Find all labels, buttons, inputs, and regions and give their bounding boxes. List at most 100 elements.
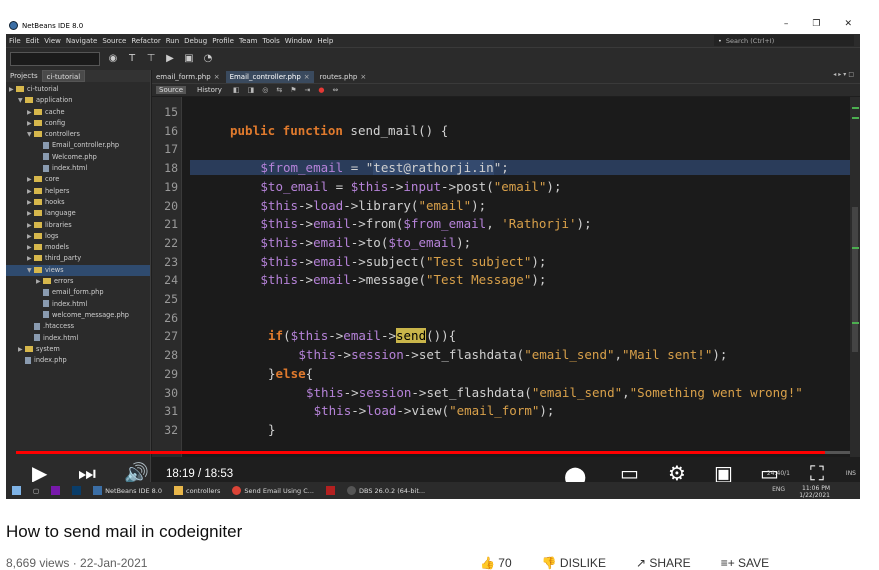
close-icon[interactable]: ×	[304, 71, 310, 83]
tab-ci-tutorial[interactable]: ci-tutorial	[41, 70, 86, 82]
menu-source[interactable]: Source	[102, 37, 126, 45]
tab-source[interactable]: Source	[156, 86, 187, 94]
tree-item[interactable]: ▶ libraries	[6, 220, 150, 231]
tab-nav-icons[interactable]: ◂▸▾□	[833, 71, 856, 78]
tree-item[interactable]: ▶ models	[6, 242, 150, 253]
expand-icon[interactable]: ▶	[27, 186, 34, 197]
tree-item[interactable]: ▶ system	[6, 344, 150, 355]
taskbar-app-chrome[interactable]: Send Email Using C...	[226, 482, 320, 499]
taskbar-app-netbeans[interactable]: NetBeans IDE 8.0	[87, 482, 168, 499]
menu-team[interactable]: Team	[239, 37, 258, 45]
expand-icon[interactable]: ▼	[18, 95, 25, 106]
change-marker[interactable]	[852, 322, 859, 324]
tree-item[interactable]: email_form.php	[6, 287, 150, 298]
menu-refactor[interactable]: Refactor	[131, 37, 160, 45]
taskbar-app-obs[interactable]: DBS 26.0.2 (64-bit...	[341, 482, 431, 499]
tree-item[interactable]: ▶ hooks	[6, 197, 150, 208]
expand-icon[interactable]: ▼	[27, 265, 34, 276]
expand-icon[interactable]: ▶	[27, 220, 34, 231]
like-button[interactable]: 👍 70	[480, 556, 512, 570]
tab-projects[interactable]: Projects	[6, 70, 42, 82]
profile-icon[interactable]: ◔	[202, 53, 214, 65]
close-icon[interactable]: ×	[214, 71, 220, 83]
tree-item[interactable]: ▶ core	[6, 174, 150, 185]
close-button[interactable]: ✕	[844, 19, 852, 29]
tree-item[interactable]: .htaccess	[6, 321, 150, 332]
save-button[interactable]: ≡+ SAVE	[721, 556, 769, 570]
code-area[interactable]: 15 16 17 18 19 20 21 22 23 24 25 26 27 28 29 30 31 32 pub…	[152, 97, 860, 457]
tree-item[interactable]: welcome_message.php	[6, 310, 150, 321]
expand-icon[interactable]: ▶	[27, 107, 34, 118]
task-view-icon[interactable]: ▢	[27, 482, 45, 499]
menu-run[interactable]: Run	[166, 37, 179, 45]
menu-help[interactable]: Help	[317, 37, 333, 45]
share-button[interactable]: ↗ SHARE	[636, 556, 691, 570]
minimize-button[interactable]: –	[784, 19, 789, 29]
menu-edit[interactable]: Edit	[26, 37, 40, 45]
video-progress-bar[interactable]	[16, 451, 850, 454]
tree-item[interactable]: ▶ logs	[6, 231, 150, 242]
search-input[interactable]: • Search (Ctrl+I)	[714, 35, 854, 46]
editor-scrollbar[interactable]	[850, 97, 860, 457]
globe-icon[interactable]: ◉	[107, 53, 119, 65]
expand-icon[interactable]: ▶	[27, 197, 34, 208]
tab-email-form[interactable]: email_form.php ×	[152, 71, 224, 83]
taskbar-app-filezilla[interactable]	[320, 482, 341, 499]
tree-item[interactable]: Welcome.php	[6, 152, 150, 163]
run-icon[interactable]: ▶	[164, 53, 176, 65]
tree-item[interactable]: ▶ language	[6, 208, 150, 219]
menu-window[interactable]: Window	[285, 37, 313, 45]
tree-item[interactable]: Email_controller.php	[6, 140, 150, 151]
expand-icon[interactable]: ▶	[9, 84, 16, 95]
tree-item[interactable]: index.html	[6, 163, 150, 174]
tree-item[interactable]: index.php	[6, 355, 150, 366]
change-marker[interactable]	[852, 117, 859, 119]
menu-file[interactable]: File	[9, 37, 21, 45]
tab-routes[interactable]: routes.php ×	[316, 71, 371, 83]
record-icon[interactable]: ●	[318, 86, 324, 94]
forward-icon[interactable]: ◨	[248, 86, 255, 94]
expand-icon[interactable]: ▶	[27, 242, 34, 253]
tree-item[interactable]: ▶ ci-tutorial	[6, 84, 150, 95]
config-combo[interactable]	[10, 52, 100, 66]
expand-icon[interactable]: ▶	[27, 118, 34, 129]
taskbar-app-photoshop[interactable]	[66, 482, 87, 499]
tab-email-controller[interactable]: Email_controller.php ×	[225, 71, 314, 83]
menu-view[interactable]: View	[44, 37, 61, 45]
tree-item[interactable]: ▼ views	[6, 264, 150, 277]
tree-item[interactable]: ▶ cache	[6, 107, 150, 118]
change-marker[interactable]	[852, 247, 859, 249]
menu-profile[interactable]: Profile	[212, 37, 234, 45]
expand-icon[interactable]: ▶	[36, 276, 43, 287]
expand-icon[interactable]: ▶	[27, 253, 34, 264]
maximize-button[interactable]: ❐	[812, 19, 820, 29]
taskbar-app-onenote[interactable]	[45, 482, 66, 499]
tree-item[interactable]: ▼ application	[6, 95, 150, 106]
clean-build-icon[interactable]: ⊤	[145, 53, 157, 65]
bookmark-icon[interactable]: ⚑	[290, 86, 296, 94]
change-marker[interactable]	[852, 107, 859, 109]
search-icon[interactable]: ◎	[262, 86, 268, 94]
expand-icon[interactable]: ▶	[18, 344, 25, 355]
expand-icon[interactable]: ▶	[27, 231, 34, 242]
tree-item[interactable]: ▶ config	[6, 118, 150, 129]
dislike-button[interactable]: 👎 DISLIKE	[542, 556, 606, 570]
menu-navigate[interactable]: Navigate	[66, 37, 97, 45]
tree-item[interactable]: index.html	[6, 299, 150, 310]
tree-item[interactable]: ▶ errors	[6, 276, 150, 287]
tree-item[interactable]: ▼ controllers	[6, 129, 150, 140]
video-frame[interactable]: NetBeans IDE 8.0 – ❐ ✕ File Edit View Na…	[6, 17, 860, 499]
debug-icon[interactable]: ▣	[183, 53, 195, 65]
close-icon[interactable]: ×	[360, 71, 366, 83]
start-button[interactable]	[6, 482, 27, 499]
menu-debug[interactable]: Debug	[184, 37, 207, 45]
tree-item[interactable]: index.html	[6, 333, 150, 344]
hammer-icon[interactable]: T	[126, 53, 138, 65]
expand-icon[interactable]: ▼	[27, 129, 34, 140]
back-icon[interactable]: ◧	[233, 86, 240, 94]
tree-item[interactable]: ▶ third_party	[6, 253, 150, 264]
taskbar-app-explorer[interactable]: controllers	[168, 482, 226, 499]
shift-icon[interactable]: ⇥	[304, 86, 310, 94]
scroll-thumb[interactable]	[852, 207, 858, 352]
expand-icon[interactable]: ▶	[27, 174, 34, 185]
